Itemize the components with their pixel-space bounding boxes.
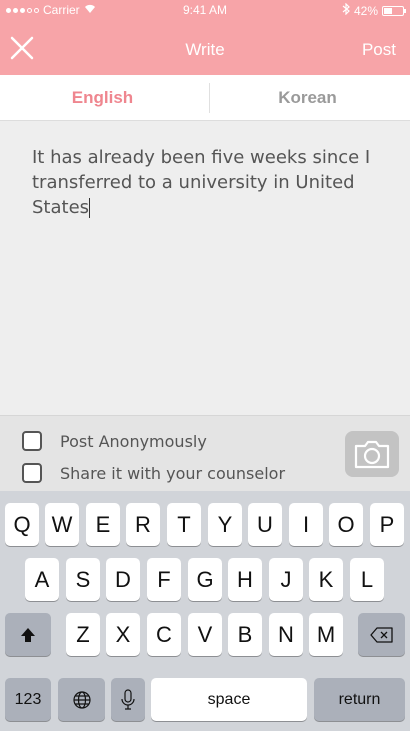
key-e[interactable]: E <box>86 503 120 546</box>
key-j[interactable]: J <box>269 558 303 601</box>
key-v[interactable]: V <box>188 613 222 656</box>
navigation-bar: Write Post <box>0 20 410 75</box>
share-counselor-checkbox[interactable] <box>22 463 42 483</box>
status-bar: Carrier 9:41 AM 42% <box>0 0 410 20</box>
return-key[interactable]: return <box>314 678 405 721</box>
microphone-icon <box>121 688 135 710</box>
key-g[interactable]: G <box>188 558 222 601</box>
language-tabs: English Korean <box>0 75 410 121</box>
delete-key[interactable] <box>358 613 405 656</box>
post-editor[interactable]: It has already been five weeks since I t… <box>0 121 410 415</box>
key-l[interactable]: L <box>350 558 384 601</box>
key-y[interactable]: Y <box>208 503 242 546</box>
key-k[interactable]: K <box>309 558 343 601</box>
editor-text: It has already been five weeks since I t… <box>32 147 371 218</box>
numbers-key[interactable]: 123 <box>5 678 51 721</box>
key-p[interactable]: P <box>370 503 404 546</box>
delete-icon <box>369 626 393 643</box>
share-counselor-option[interactable]: Share it with your counselor <box>22 463 285 483</box>
battery-info: 42% <box>342 2 406 18</box>
text-caret <box>89 198 91 218</box>
key-u[interactable]: U <box>248 503 282 546</box>
key-d[interactable]: D <box>106 558 140 601</box>
key-i[interactable]: I <box>289 503 323 546</box>
post-button[interactable]: Post <box>362 40 396 60</box>
shift-key[interactable] <box>5 613 51 656</box>
key-n[interactable]: N <box>269 613 303 656</box>
page-title: Write <box>185 40 225 59</box>
key-b[interactable]: B <box>228 613 262 656</box>
battery-icon <box>382 5 406 16</box>
key-x[interactable]: X <box>106 613 140 656</box>
tab-divider <box>209 83 210 113</box>
key-w[interactable]: W <box>45 503 79 546</box>
keyboard: Q W E R T Y U I O P A S D F G H J K L Z … <box>0 491 410 731</box>
battery-percent: 42% <box>353 3 378 18</box>
key-f[interactable]: F <box>147 558 181 601</box>
key-q[interactable]: Q <box>5 503 39 546</box>
editor-text-container[interactable]: It has already been five weeks since I t… <box>32 145 382 220</box>
battery-fill <box>384 7 392 14</box>
key-s[interactable]: S <box>66 558 100 601</box>
key-a[interactable]: A <box>25 558 59 601</box>
post-anonymously-checkbox[interactable] <box>22 431 42 451</box>
key-o[interactable]: O <box>329 503 363 546</box>
globe-icon <box>72 690 91 709</box>
tab-english[interactable]: English <box>0 75 205 120</box>
key-m[interactable]: M <box>309 613 343 656</box>
globe-key[interactable] <box>58 678 105 721</box>
key-t[interactable]: T <box>167 503 201 546</box>
key-r[interactable]: R <box>126 503 160 546</box>
key-z[interactable]: Z <box>66 613 100 656</box>
shift-icon <box>21 627 35 642</box>
bluetooth-icon <box>342 2 350 18</box>
key-h[interactable]: H <box>228 558 262 601</box>
tab-korean[interactable]: Korean <box>205 75 410 120</box>
post-anonymously-label: Post Anonymously <box>60 431 207 451</box>
space-key[interactable]: space <box>151 678 307 721</box>
camera-button[interactable] <box>345 431 399 477</box>
header-bar: Carrier 9:41 AM 42% Write Post <box>0 0 410 75</box>
post-anonymously-option[interactable]: Post Anonymously <box>22 431 207 451</box>
post-options: Post Anonymously Share it with your coun… <box>0 415 410 491</box>
camera-icon <box>354 440 390 469</box>
key-c[interactable]: C <box>147 613 181 656</box>
microphone-key[interactable] <box>111 678 145 721</box>
share-counselor-label: Share it with your counselor <box>60 463 286 483</box>
